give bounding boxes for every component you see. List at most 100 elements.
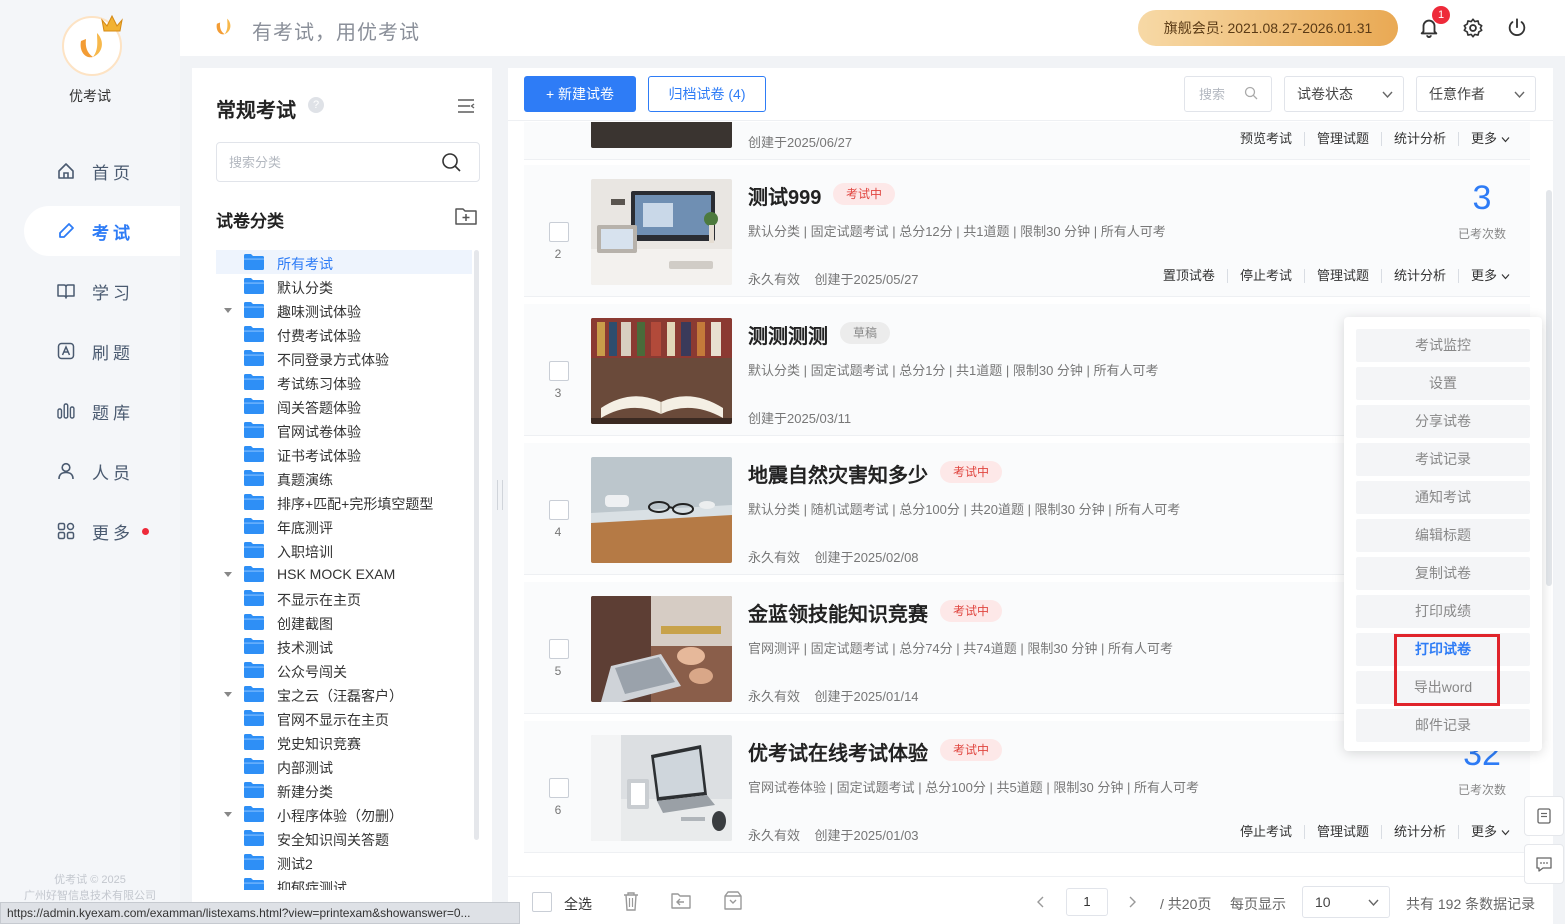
exam-thumbnail[interactable] [591,596,732,702]
exam-action-link[interactable]: 统计分析 [1382,825,1459,839]
category-item[interactable]: 闯关答题体验 [216,394,472,418]
exam-title[interactable]: 测测测测 [748,320,828,349]
nav-item-1[interactable]: 首页 [24,146,180,196]
nav-item-5[interactable]: 题库 [24,386,180,436]
category-item[interactable]: 不同登录方式体验 [216,346,472,370]
exam-thumbnail[interactable] [591,318,732,424]
more-menu-item[interactable]: 分享试卷 [1356,405,1530,438]
category-item[interactable]: 所有考试 [216,250,472,274]
category-item[interactable]: 内部测试 [216,754,472,778]
archived-exams-button[interactable]: 归档试卷 (4) [648,76,766,112]
exam-thumbnail[interactable] [591,179,732,285]
category-item[interactable]: 新建分类 [216,778,472,802]
power-icon[interactable] [1506,17,1528,39]
exam-card[interactable]: 创建于2025/06/27 预览考试 管理试题 统计分析 更多 [524,122,1530,160]
exam-action-link[interactable]: 管理试题 [1305,132,1382,146]
vip-membership-badge[interactable]: 旗舰会员: 2021.08.27-2026.01.31 [1138,10,1398,46]
category-item[interactable]: 宝之云（汪磊客户） [216,682,472,706]
search-icon[interactable] [1244,86,1258,100]
nav-item-4[interactable]: 刷题 [24,326,180,376]
exam-card[interactable]: 2 测试999 考试中 默认分类 | 固定试题考试 | 总分12分 | 共1道题 | … [524,165,1530,297]
category-item[interactable]: 年底测评 [216,514,472,538]
category-item[interactable]: 排序+匹配+完形填空题型 [216,490,472,514]
more-menu-item[interactable]: 考试记录 [1356,443,1530,476]
more-menu-item[interactable]: 通知考试 [1356,481,1530,514]
move-folder-icon[interactable] [670,890,692,912]
exam-action-link[interactable]: 更多 [1459,269,1510,283]
category-item[interactable]: 抑郁症测试 [216,874,472,890]
exam-checkbox[interactable] [549,778,569,798]
search-icon[interactable] [440,151,462,173]
more-menu-item[interactable]: 设置 [1356,367,1530,400]
category-item[interactable]: 创建截图 [216,610,472,634]
exam-checkbox[interactable] [549,500,569,520]
new-exam-button[interactable]: + 新建试卷 [524,76,636,112]
category-item[interactable]: 真题演练 [216,466,472,490]
exam-action-link[interactable]: 管理试题 [1305,825,1382,839]
exam-action-link[interactable]: 统计分析 [1382,132,1459,146]
exam-checkbox[interactable] [549,222,569,242]
caret-down-icon[interactable] [223,305,233,315]
exam-thumbnail[interactable] [591,457,732,563]
category-item[interactable]: 测试2 [216,850,472,874]
nav-item-2[interactable]: 考试 [24,206,180,256]
exam-list-scrollbar[interactable] [1546,190,1552,586]
exam-action-link[interactable]: 管理试题 [1305,269,1382,283]
feedback-button[interactable] [1524,796,1564,836]
more-menu-item[interactable]: 编辑标题 [1356,519,1530,552]
exam-thumbnail[interactable] [591,735,732,841]
trash-icon[interactable] [620,890,642,912]
help-icon[interactable]: ? [308,97,324,113]
more-menu-item[interactable]: 打印成绩 [1356,595,1530,628]
exam-action-link[interactable]: 置顶试卷 [1151,269,1228,283]
caret-down-icon[interactable] [223,689,233,699]
exam-action-link[interactable]: 停止考试 [1228,825,1305,839]
exam-action-link[interactable]: 停止考试 [1228,269,1305,283]
category-item[interactable]: 官网不显示在主页 [216,706,472,730]
author-select[interactable]: 任意作者 [1416,76,1536,112]
more-menu-item[interactable]: 邮件记录 [1356,709,1530,742]
archive-box-icon[interactable] [722,890,744,912]
category-item[interactable]: HSK MOCK EXAM [216,562,472,586]
category-item[interactable]: 官网试卷体验 [216,418,472,442]
chat-button[interactable] [1524,844,1564,884]
caret-down-icon[interactable] [223,809,233,819]
select-all-label[interactable]: 全选 [564,894,592,914]
category-item[interactable]: 技术测试 [216,634,472,658]
panel-resize-handle[interactable] [497,480,503,510]
more-menu-item[interactable]: 复制试卷 [1356,557,1530,590]
next-page-icon[interactable] [1128,896,1137,908]
category-item[interactable]: 党史知识竞赛 [216,730,472,754]
category-item[interactable]: 趣味测试体验 [216,298,472,322]
exam-search-input[interactable] [1184,76,1272,112]
exam-status-select[interactable]: 试卷状态 [1284,76,1404,112]
exam-action-link[interactable]: 预览考试 [1228,132,1305,146]
category-item[interactable]: 入职培训 [216,538,472,562]
page-number-input[interactable]: 1 [1066,888,1108,916]
category-item[interactable]: 证书考试体验 [216,442,472,466]
per-page-select[interactable]: 10 [1302,886,1390,918]
add-folder-icon[interactable] [454,206,478,226]
category-item[interactable]: 考试练习体验 [216,370,472,394]
exam-checkbox[interactable] [549,639,569,659]
prev-page-icon[interactable] [1036,896,1045,908]
category-item[interactable]: 不显示在主页 [216,586,472,610]
caret-down-icon[interactable] [223,569,233,579]
category-item[interactable]: 公众号闯关 [216,658,472,682]
menu-collapse-icon[interactable] [456,97,476,115]
exam-checkbox[interactable] [549,361,569,381]
exam-attempt-count[interactable]: 3 [1454,179,1510,218]
category-item[interactable]: 付费考试体验 [216,322,472,346]
exam-action-link[interactable]: 统计分析 [1382,269,1459,283]
exam-action-link[interactable]: 更多 [1459,132,1510,146]
more-menu-item[interactable]: 考试监控 [1356,329,1530,362]
exam-title[interactable]: 金蓝领技能知识竞赛 [748,598,928,627]
category-item[interactable]: 小程序体验（勿删） [216,802,472,826]
nav-item-7[interactable]: 更多 [24,506,180,556]
category-scrollbar[interactable] [474,250,479,840]
exam-title[interactable]: 地震自然灾害知多少 [748,459,928,488]
exam-action-link[interactable]: 更多 [1459,825,1510,839]
exam-thumbnail[interactable] [591,122,732,148]
gear-icon[interactable] [1462,17,1484,39]
category-item[interactable]: 安全知识闯关答题 [216,826,472,850]
